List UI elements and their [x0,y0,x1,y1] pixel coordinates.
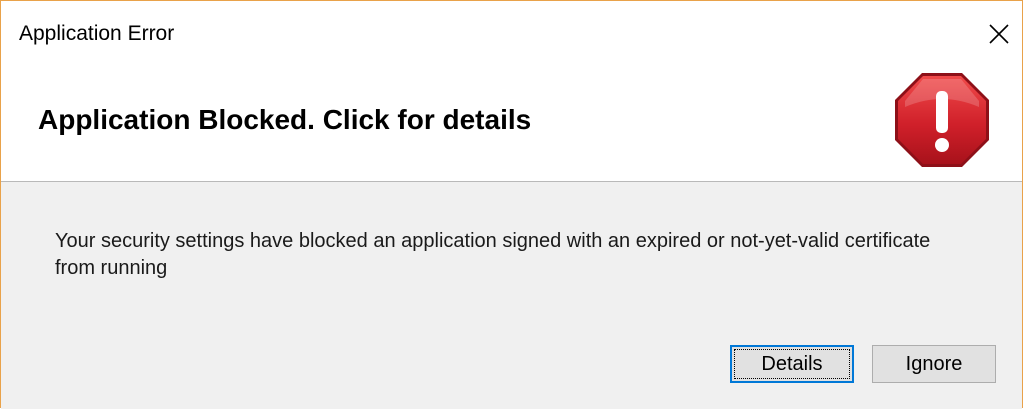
details-button[interactable]: Details [730,345,854,383]
close-icon [988,23,1010,45]
details-button-label: Details [761,352,823,375]
error-message: Your security settings have blocked an a… [55,230,931,279]
dialog-body: Your security settings have blocked an a… [1,182,1022,409]
window-title: Application Error [19,22,175,45]
application-error-dialog: Application Error Application Blocked. C… [0,0,1023,409]
ignore-button[interactable]: Ignore [872,345,996,383]
error-stop-icon [893,71,991,169]
close-button[interactable] [982,15,1016,53]
ignore-button-label: Ignore [905,352,963,375]
title-bar: Application Error [1,1,1022,65]
dialog-header[interactable]: Application Blocked. Click for details [1,65,1022,182]
header-title[interactable]: Application Blocked. Click for details [38,104,531,136]
